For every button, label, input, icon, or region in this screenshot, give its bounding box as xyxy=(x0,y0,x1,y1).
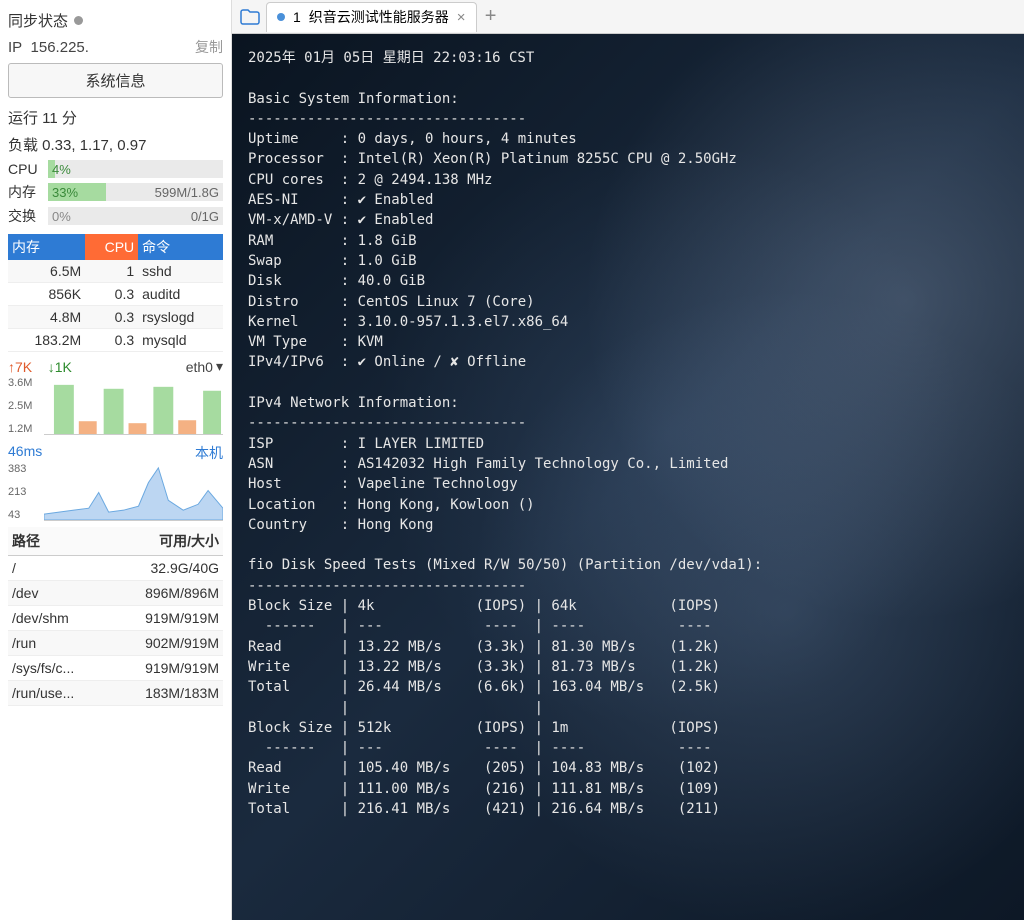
tab-number: 1 xyxy=(293,9,301,25)
mem-label: 内存 xyxy=(8,182,42,202)
network-chart: 3.6M 2.5M 1.2M xyxy=(8,377,223,435)
col-cmd[interactable]: 命令 xyxy=(138,234,223,260)
main-area: 1 织音云测试性能服务器 × + 2025年 01月 05日 星期日 22:03… xyxy=(232,0,1024,920)
download-rate: 1K xyxy=(55,359,72,375)
table-row[interactable]: /run902M/919M xyxy=(8,631,223,656)
col-path[interactable]: 路径 xyxy=(8,527,107,556)
ping-chart: 383 213 43 xyxy=(8,463,223,521)
table-row[interactable]: 183.2M0.3mysqld xyxy=(8,329,223,352)
cpu-metric: CPU 4% xyxy=(8,158,223,180)
swap-metric: 交换 0% 0/1G xyxy=(8,204,223,228)
uptime-text: 运行 11 分 xyxy=(8,104,223,131)
table-row[interactable]: 856K0.3auditd xyxy=(8,283,223,306)
status-dot-icon xyxy=(74,16,83,25)
terminal-output[interactable]: 2025年 01月 05日 星期日 22:03:16 CST Basic Sys… xyxy=(232,34,1024,920)
tab-status-dot-icon xyxy=(277,13,285,21)
system-info-button[interactable]: 系统信息 xyxy=(8,63,223,98)
ip-value: 156.225. xyxy=(31,39,89,56)
load-text: 负载 0.33, 1.17, 0.97 xyxy=(8,131,223,158)
col-cpu[interactable]: CPU xyxy=(85,234,138,260)
ping-ms: 46ms xyxy=(8,443,42,463)
new-tab-button[interactable]: + xyxy=(479,5,503,28)
mem-pct: 33% xyxy=(48,185,82,200)
mem-detail: 599M/1.8G xyxy=(155,185,219,200)
tabbar: 1 织音云测试性能服务器 × + xyxy=(232,0,1024,34)
network-summary: ↑7K ↓1K eth0 ▾ xyxy=(8,352,223,377)
sidebar: 同步状态 IP 156.225. 复制 系统信息 运行 11 分 负载 0.33… xyxy=(0,0,232,920)
col-mem[interactable]: 内存 xyxy=(8,234,85,260)
swap-label: 交换 xyxy=(8,206,42,226)
swap-pct: 0% xyxy=(48,209,75,224)
folder-icon[interactable] xyxy=(236,4,264,30)
ip-label: IP xyxy=(8,39,22,56)
tab-title: 织音云测试性能服务器 xyxy=(309,7,449,27)
table-row[interactable]: 6.5M1sshd xyxy=(8,260,223,283)
table-row[interactable]: /32.9G/40G xyxy=(8,556,223,581)
process-table: 内存 CPU 命令 6.5M1sshd856K0.3auditd4.8M0.3r… xyxy=(8,234,223,352)
table-row[interactable]: /run/use...183M/183M xyxy=(8,681,223,706)
sync-status: 同步状态 xyxy=(8,6,223,35)
copy-button[interactable]: 复制 xyxy=(195,37,223,57)
interface-select[interactable]: eth0 ▾ xyxy=(186,358,223,375)
table-row[interactable]: /sys/fs/c...919M/919M xyxy=(8,656,223,681)
cpu-label: CPU xyxy=(8,161,42,177)
download-icon: ↓ xyxy=(48,359,55,375)
disk-table: 路径 可用/大小 /32.9G/40G/dev896M/896M/dev/shm… xyxy=(8,527,223,706)
upload-icon: ↑ xyxy=(8,359,15,375)
table-row[interactable]: 4.8M0.3rsyslogd xyxy=(8,306,223,329)
mem-metric: 内存 33% 599M/1.8G xyxy=(8,180,223,204)
cpu-bar: 4% xyxy=(48,160,223,178)
table-row[interactable]: /dev896M/896M xyxy=(8,581,223,606)
swap-detail: 0/1G xyxy=(191,209,219,224)
upload-rate: 7K xyxy=(15,359,32,375)
ip-row: IP 156.225. 复制 xyxy=(8,35,223,63)
ping-summary: 46ms 本机 xyxy=(8,439,223,463)
swap-bar: 0% 0/1G xyxy=(48,207,223,225)
col-size[interactable]: 可用/大小 xyxy=(107,527,223,556)
table-row[interactable]: /dev/shm919M/919M xyxy=(8,606,223,631)
close-icon[interactable]: × xyxy=(457,9,466,26)
chevron-down-icon: ▾ xyxy=(216,358,223,375)
tab-active[interactable]: 1 织音云测试性能服务器 × xyxy=(266,2,477,32)
cpu-pct: 4% xyxy=(48,162,75,177)
ping-host[interactable]: 本机 xyxy=(195,443,223,463)
mem-bar: 33% 599M/1.8G xyxy=(48,183,223,201)
sync-label: 同步状态 xyxy=(8,10,68,31)
